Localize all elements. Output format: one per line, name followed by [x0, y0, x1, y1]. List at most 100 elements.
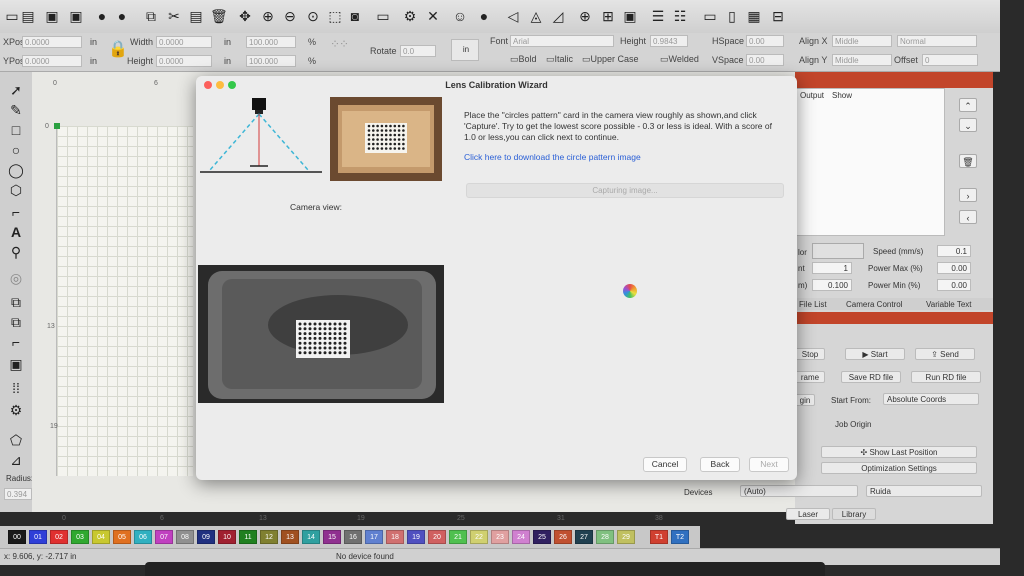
save-rd-button[interactable]: Save RD file — [841, 371, 901, 383]
palette-swatch-00[interactable]: 00 — [8, 530, 26, 544]
new-file-icon[interactable]: ▭ — [4, 8, 20, 24]
tools-icon[interactable]: ✕ — [425, 8, 441, 24]
palette-swatch-01[interactable]: 01 — [29, 530, 47, 544]
move-layer-down-button[interactable]: ⌄ — [959, 118, 977, 132]
layer-color-swatch[interactable] — [812, 243, 864, 259]
palette-swatch-16[interactable]: 16 — [344, 530, 362, 544]
controller-select[interactable]: Ruida — [866, 485, 982, 497]
palette-swatch-25[interactable]: 25 — [533, 530, 551, 544]
palette-swatch-22[interactable]: 22 — [470, 530, 488, 544]
move-layer-up-button[interactable]: ⌃ — [959, 98, 977, 112]
next-button[interactable]: Next — [749, 457, 789, 472]
start-button[interactable]: ▶ Start — [845, 348, 905, 360]
select-arrow-icon[interactable]: ➚ — [7, 82, 25, 98]
text-icon[interactable]: A — [7, 224, 25, 240]
boolean-subtract-icon[interactable]: ⧉ — [7, 314, 25, 330]
rotate-field[interactable]: 0.0 — [400, 45, 436, 57]
height-field[interactable]: 0.0000 — [156, 55, 212, 67]
ellipse-icon[interactable]: ○ — [7, 142, 25, 158]
minimize-window-button[interactable] — [216, 81, 224, 89]
tab-camera-control[interactable]: Camera Control — [846, 300, 902, 309]
palette-swatch-26[interactable]: 26 — [554, 530, 572, 544]
copy-icon[interactable]: ⧉ — [143, 8, 159, 24]
delete-layer-icon[interactable]: 🗑 — [959, 154, 977, 168]
circle-icon[interactable]: ◯ — [7, 162, 25, 178]
close-window-button[interactable] — [204, 81, 212, 89]
redo-icon[interactable]: ● — [114, 8, 130, 24]
pen-icon[interactable]: ✎ — [7, 102, 25, 118]
position-pin-icon[interactable]: ⚲ — [7, 244, 25, 260]
start-from-select[interactable]: Absolute Coords — [883, 393, 979, 405]
width-percent-field[interactable]: 100.000 — [246, 36, 296, 48]
ypos-field[interactable]: 0.0000 — [22, 55, 82, 67]
download-pattern-link[interactable]: Click here to download the circle patter… — [464, 152, 641, 162]
palette-swatch-15[interactable]: 15 — [323, 530, 341, 544]
palette-swatch-27[interactable]: 27 — [575, 530, 593, 544]
weld-icon[interactable]: ▣ — [7, 356, 25, 372]
tab-library[interactable]: Library — [832, 508, 876, 520]
node-edit-icon[interactable]: ⬠ — [7, 432, 25, 448]
tab-variable-text[interactable]: Variable Text — [926, 300, 972, 309]
radius-field[interactable]: 0.394 — [4, 488, 32, 500]
mirror-h-icon[interactable]: ◁ — [505, 8, 521, 24]
lock-icon[interactable]: 🔒 — [108, 39, 128, 59]
zoom-out-icon[interactable]: ⊖ — [282, 8, 298, 24]
boolean-intersect-icon[interactable]: ⌐ — [7, 334, 25, 350]
prev-arrow-button[interactable]: ‹ — [959, 210, 977, 224]
welded-checkbox[interactable]: ▭Welded — [660, 54, 699, 65]
distribute-v-icon[interactable]: ▯ — [724, 8, 740, 24]
settings-gear-icon[interactable]: ⚙ — [402, 8, 418, 24]
pass-count-field[interactable]: 1 — [812, 262, 852, 274]
monitor-icon[interactable]: ▭ — [375, 8, 391, 24]
distribute-h-icon[interactable]: ▭ — [702, 8, 718, 24]
offset-icon[interactable]: ◎ — [7, 270, 25, 286]
text-style-select[interactable]: Normal — [897, 35, 977, 47]
palette-swatch-07[interactable]: 07 — [155, 530, 173, 544]
open-folder-icon[interactable]: ▤ — [20, 8, 36, 24]
mirror-v-icon[interactable]: ◬ — [528, 8, 544, 24]
target-icon[interactable]: ⊕ — [577, 8, 593, 24]
layer-list[interactable]: Output Show — [795, 88, 945, 236]
palette-swatch-T2[interactable]: T2 — [671, 530, 689, 544]
move-icon[interactable]: ✥ — [237, 8, 253, 24]
palette-swatch-13[interactable]: 13 — [281, 530, 299, 544]
boolean-union-icon[interactable]: ⧉ — [7, 294, 25, 310]
zoom-in-icon[interactable]: ⊕ — [260, 8, 276, 24]
align-center-icon[interactable]: ☷ — [672, 8, 688, 24]
devices-select[interactable]: (Auto) — [740, 485, 858, 497]
origin-button[interactable]: gin — [795, 394, 815, 406]
circular-array-icon[interactable]: ⚙ — [7, 402, 25, 418]
palette-swatch-28[interactable]: 28 — [596, 530, 614, 544]
cut-icon[interactable]: ✂ — [166, 8, 182, 24]
palette-swatch-03[interactable]: 03 — [71, 530, 89, 544]
show-last-position-button[interactable]: ✣ Show Last Position — [821, 446, 977, 458]
zoom-window-button[interactable] — [228, 81, 236, 89]
palette-swatch-18[interactable]: 18 — [386, 530, 404, 544]
palette-swatch-05[interactable]: 05 — [113, 530, 131, 544]
font-select[interactable]: Arial — [510, 35, 614, 47]
users-icon[interactable]: ☺ — [452, 8, 468, 24]
speed-field[interactable]: 0.1 — [937, 245, 971, 257]
align-left-icon[interactable]: ☰ — [650, 8, 666, 24]
palette-swatch-11[interactable]: 11 — [239, 530, 257, 544]
group-icon[interactable]: ▣ — [622, 8, 638, 24]
in-toggle-button[interactable]: in — [451, 39, 479, 61]
palette-swatch-23[interactable]: 23 — [491, 530, 509, 544]
zoom-fit-icon[interactable]: ⊙ — [305, 8, 321, 24]
optimization-settings-button[interactable]: Optimization Settings — [821, 462, 977, 474]
vspace-field[interactable]: 0.00 — [746, 54, 784, 66]
next-arrow-button[interactable]: › — [959, 188, 977, 202]
align-x-select[interactable]: Middle — [832, 35, 892, 47]
power-max-field[interactable]: 0.00 — [937, 262, 971, 274]
palette-swatch-06[interactable]: 06 — [134, 530, 152, 544]
save-icon[interactable]: ▣ — [44, 8, 60, 24]
palette-swatch-02[interactable]: 02 — [50, 530, 68, 544]
rotate-icon[interactable]: ◿ — [550, 8, 566, 24]
tab-file-list[interactable]: File List — [799, 300, 827, 309]
frame-button[interactable]: rame — [795, 371, 825, 383]
height-percent-field[interactable]: 100.000 — [246, 55, 296, 67]
stop-button[interactable]: Stop — [795, 348, 825, 360]
rectangle-icon[interactable]: □ — [7, 122, 25, 138]
width-field[interactable]: 0.0000 — [156, 36, 212, 48]
size-icon[interactable]: ⊟ — [770, 8, 786, 24]
